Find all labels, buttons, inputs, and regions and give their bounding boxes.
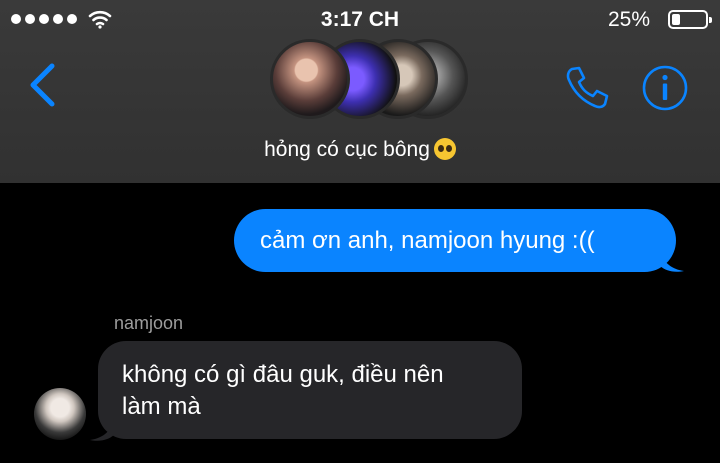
incoming-message[interactable]: không có gì đâu guk, điều nên làm mà: [98, 341, 522, 439]
outgoing-message[interactable]: cảm ơn anh, namjoon hyung :((: [234, 209, 676, 272]
chat-header: 3:17 CH 25% hỏng có cục bông: [0, 0, 720, 183]
bubble-tail: [90, 418, 114, 441]
message-line: làm mà: [122, 393, 201, 420]
group-name[interactable]: hỏng có cục bông: [0, 138, 720, 162]
message-line: không có gì đâu guk, điều nên: [122, 361, 444, 388]
pleading-face-emoji: [433, 138, 456, 160]
bubble-tail: [660, 249, 684, 272]
group-avatars[interactable]: [270, 37, 468, 122]
group-name-text: hỏng có cục bông: [264, 138, 430, 161]
avatar[interactable]: [34, 388, 86, 440]
info-icon[interactable]: [641, 64, 689, 112]
avatar: [270, 39, 350, 119]
chevron-left-icon[interactable]: [26, 62, 60, 108]
battery-icon: [668, 10, 712, 29]
message-text: cảm ơn anh, namjoon hyung :((: [260, 226, 595, 254]
battery-percentage: 25%: [607, 8, 650, 31]
phone-icon[interactable]: [563, 63, 611, 111]
sender-name: namjoon: [114, 313, 184, 333]
status-bar: 3:17 CH 25%: [0, 0, 720, 40]
